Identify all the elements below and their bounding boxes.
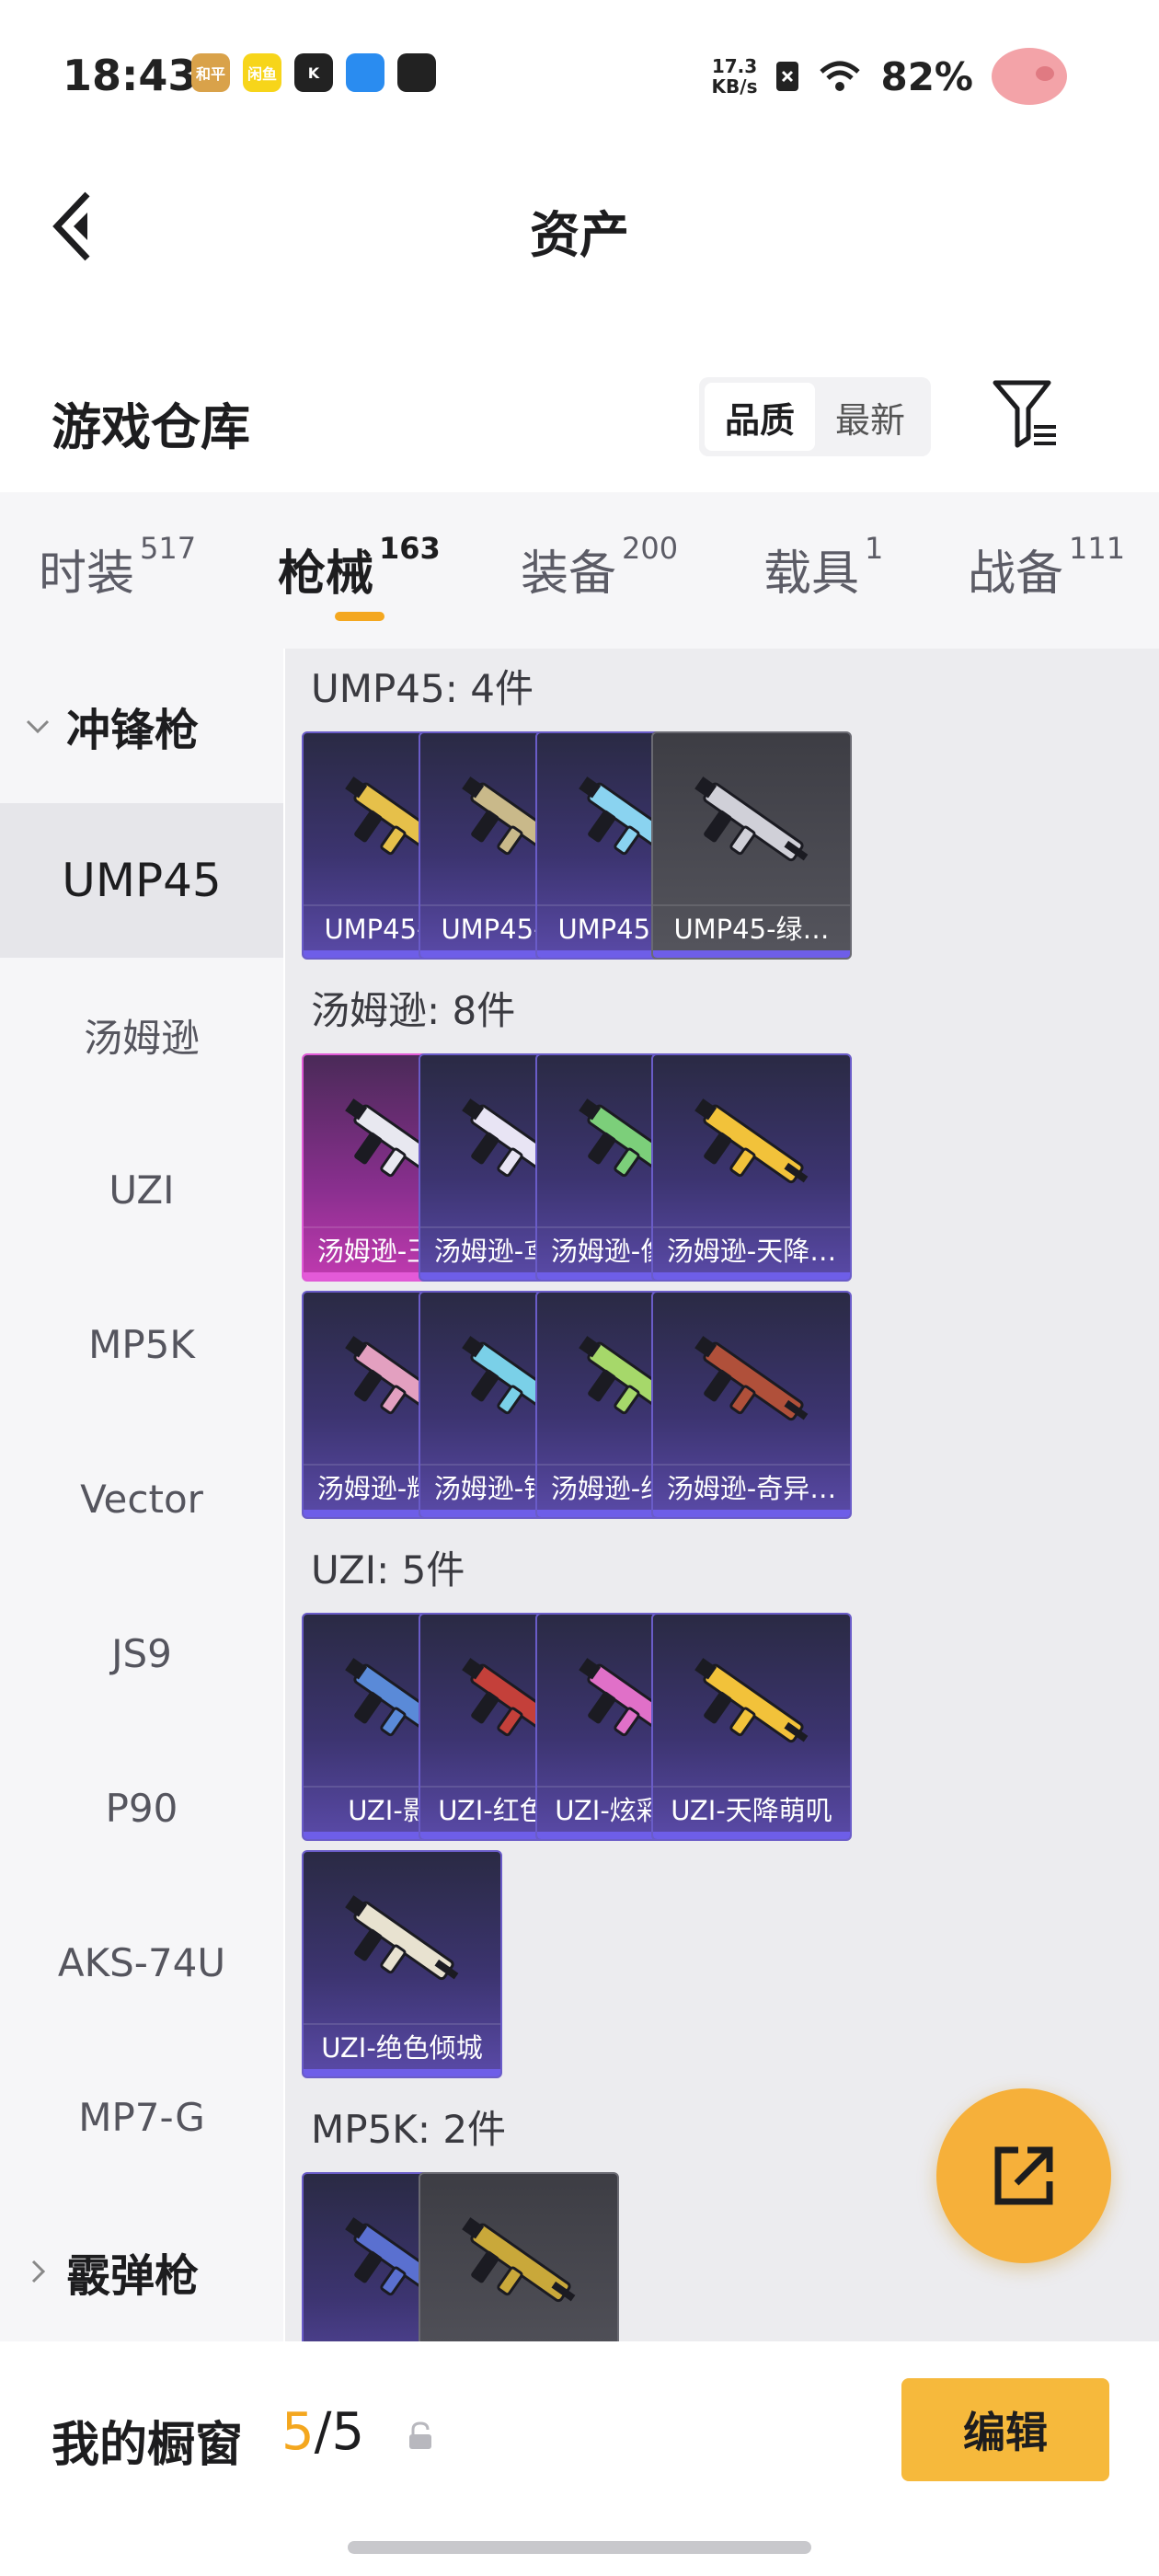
sidebar-item-js9[interactable]: JS9 bbox=[0, 1576, 283, 1731]
sort-toggle: 品质 最新 bbox=[699, 377, 931, 456]
tab-label: 战备 bbox=[968, 546, 1064, 602]
sidebar-item-p90[interactable]: P90 bbox=[0, 1731, 283, 1885]
tab-fashion[interactable]: 时装 517 bbox=[39, 531, 196, 604]
battery-level: 82% bbox=[880, 53, 973, 99]
sidebar-item-vector[interactable]: Vector bbox=[0, 1421, 283, 1576]
tab-count: 517 bbox=[140, 531, 197, 566]
sort-quality-button[interactable]: 品质 bbox=[705, 383, 815, 451]
tab-label: 装备 bbox=[521, 546, 617, 602]
sidebar-group-label: 冲锋枪 bbox=[66, 705, 200, 756]
share-export-icon bbox=[994, 2146, 1053, 2205]
tab-label: 枪械 bbox=[278, 546, 374, 602]
weapon-skin-name: UZI-绝色倾城 bbox=[321, 2032, 483, 2064]
section-title: 汤姆逊: 8件 bbox=[311, 988, 516, 1033]
net-speed-value: 17.3 bbox=[711, 55, 758, 77]
rarity-bar bbox=[304, 2069, 500, 2076]
send-app-icon bbox=[397, 53, 436, 92]
tab-count: 163 bbox=[379, 531, 441, 566]
tab-label: 时装 bbox=[39, 546, 135, 602]
chevron-right-icon bbox=[31, 2260, 46, 2283]
section-title: UZI: 5件 bbox=[311, 1547, 465, 1593]
game-app-icon: 和平 bbox=[191, 53, 230, 92]
gun-icon bbox=[345, 1895, 459, 1981]
yellow-app-icon: 闲鱼 bbox=[243, 53, 281, 92]
edit-button[interactable]: 编辑 bbox=[901, 2378, 1109, 2481]
sidebar-group-shotgun[interactable]: 霰弹枪 bbox=[0, 2194, 283, 2349]
home-indicator[interactable] bbox=[348, 2541, 811, 2554]
tab-equipment[interactable]: 装备 200 bbox=[521, 531, 678, 604]
rarity-bar bbox=[653, 1832, 850, 1839]
weapon-type-sidebar: 冲锋枪 UMP45 汤姆逊 UZI MP5K Vector JS9 P90 AK… bbox=[0, 649, 283, 2341]
sidebar-group-label: 霰弹枪 bbox=[66, 2250, 200, 2302]
tab-firearms[interactable]: 枪械 163 bbox=[278, 531, 441, 604]
tab-vehicles[interactable]: 载具 1 bbox=[763, 531, 883, 604]
lock-icon bbox=[409, 2421, 431, 2449]
sidebar-item-mp7g[interactable]: MP7-G bbox=[0, 2040, 283, 2194]
gun-icon bbox=[694, 1658, 809, 1743]
nav-header: 资产 bbox=[0, 152, 1159, 299]
sidebar-item-aks74u[interactable]: AKS-74U bbox=[0, 1885, 283, 2040]
showcase-count: 5/5 bbox=[281, 2402, 364, 2462]
weapon-skin-card[interactable]: 汤姆逊-奇异… bbox=[651, 1291, 852, 1519]
chevron-down-icon bbox=[26, 719, 50, 734]
section-title: UMP45: 4件 bbox=[311, 666, 534, 711]
weapon-skin-name: UZI-天降萌叽 bbox=[671, 1795, 832, 1826]
share-button[interactable] bbox=[936, 2088, 1111, 2263]
weapon-skin-name: UMP45-绿… bbox=[673, 914, 830, 945]
sidebar-item-thompson[interactable]: 汤姆逊 bbox=[0, 958, 283, 1112]
card-divider bbox=[304, 2023, 500, 2025]
tab-count: 200 bbox=[622, 531, 679, 566]
sim-icon bbox=[776, 62, 799, 91]
sort-newest-button[interactable]: 最新 bbox=[815, 383, 925, 451]
notification-icons: 和平 闲鱼 K bbox=[191, 53, 436, 92]
tab-count: 1 bbox=[865, 531, 884, 566]
weapon-skin-name: 汤姆逊-天降… bbox=[666, 1236, 837, 1267]
card-divider bbox=[653, 1464, 850, 1466]
net-speed-unit: KB/s bbox=[711, 75, 758, 98]
tab-label: 载具 bbox=[763, 546, 860, 602]
warehouse-header: 游戏仓库 品质 最新 bbox=[0, 359, 1159, 478]
sidebar-item-uzi[interactable]: UZI bbox=[0, 1112, 283, 1267]
section-title: MP5K: 2件 bbox=[311, 2107, 507, 2152]
active-tab-indicator bbox=[335, 612, 384, 621]
status-time: 18:43 bbox=[63, 51, 198, 100]
rarity-bar bbox=[653, 950, 850, 958]
rarity-bar bbox=[653, 1272, 850, 1280]
weapon-skin-grid: UMP45: 4件 UMP45-夜灯 UMP45-夜… UMP45-海… UMP45-绿… bbox=[285, 649, 1159, 2341]
status-bar: 18:43 和平 闲鱼 K 17.3 KB/s 82% bbox=[0, 0, 1159, 152]
rarity-bar bbox=[653, 1510, 850, 1517]
sidebar-group-smg[interactable]: 冲锋枪 bbox=[0, 649, 283, 803]
net-speed: 17.3 KB/s bbox=[712, 56, 758, 97]
gun-icon bbox=[694, 776, 809, 862]
weapon-skin-card[interactable]: 汤姆逊-天降… bbox=[651, 1053, 852, 1282]
blue-app-icon bbox=[346, 53, 384, 92]
weapon-skin-card[interactable]: UMP45-绿… bbox=[651, 731, 852, 960]
tab-supplies[interactable]: 战备 111 bbox=[968, 531, 1125, 604]
tab-count: 111 bbox=[1069, 531, 1126, 566]
sidebar-item-ump45[interactable]: UMP45 bbox=[0, 803, 283, 958]
wifi-icon bbox=[820, 61, 861, 91]
weapon-skin-card[interactable]: UZI-天降萌叽 bbox=[651, 1613, 852, 1841]
gun-icon bbox=[694, 1098, 809, 1184]
weapon-skin-card[interactable]: UZI-绝色倾城 bbox=[302, 1850, 502, 2078]
page-title: 资产 bbox=[530, 206, 629, 264]
card-divider bbox=[653, 904, 850, 906]
card-divider bbox=[653, 1786, 850, 1788]
gun-icon bbox=[462, 2217, 576, 2303]
pig-avatar-icon[interactable] bbox=[992, 48, 1067, 105]
warehouse-title: 游戏仓库 bbox=[52, 398, 250, 456]
gun-icon bbox=[694, 1336, 809, 1421]
weapon-skin-card[interactable] bbox=[419, 2172, 619, 2341]
category-tabs: 时装 517 枪械 163 装备 200 载具 1 战备 111 bbox=[0, 492, 1159, 649]
k-app-icon: K bbox=[294, 53, 333, 92]
status-right: 17.3 KB/s 82% bbox=[712, 48, 1067, 105]
filter-icon[interactable] bbox=[992, 377, 1060, 451]
sidebar-item-mp5k[interactable]: MP5K bbox=[0, 1267, 283, 1421]
showcase-current: 5 bbox=[281, 2402, 315, 2462]
card-divider bbox=[653, 1226, 850, 1228]
showcase-total: /5 bbox=[314, 2402, 365, 2462]
showcase-label: 我的橱窗 bbox=[52, 2418, 244, 2473]
weapon-skin-name: 汤姆逊-奇异… bbox=[666, 1473, 837, 1504]
